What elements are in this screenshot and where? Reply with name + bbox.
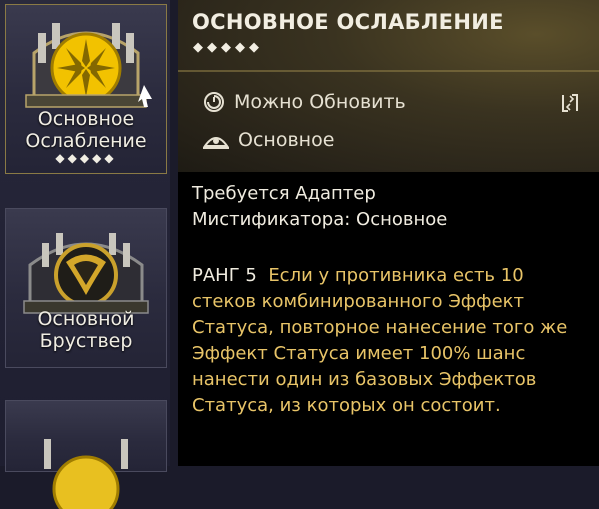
mod-description: РАНГ 5 Если у противника есть 10 стеков …: [192, 263, 587, 419]
mod-emblem-icon: [44, 439, 128, 509]
mod-list: Основное Ослабление ◆◆◆◆◆ x2 Основной Бр…: [0, 0, 170, 509]
description-text: Если у противника есть 10 стеков комбини…: [192, 265, 568, 416]
mod-emblem-icon: [23, 233, 149, 314]
category-label: Основное: [238, 129, 335, 151]
mod-tooltip: ОСНОВНОЕ ОСЛАБЛЕНИЕ ◆◆◆◆◆ Можно Обновить…: [178, 0, 599, 466]
mod-emblem-icon: [25, 23, 152, 108]
mod-rank-diamonds: ◆◆◆◆◆: [193, 40, 263, 55]
mod-card-partial[interactable]: [5, 400, 167, 509]
mod-card-primary-bulwark[interactable]: Основной Бруствер: [5, 208, 167, 368]
upgrade-row: Можно Обновить: [202, 90, 406, 114]
mod-card-primary-weakening[interactable]: Основное Ослабление ◆◆◆◆◆: [5, 4, 167, 174]
swap-icon[interactable]: [559, 92, 581, 114]
mod-card-name: Основное Ослабление: [25, 108, 147, 152]
primary-weapon-icon: [203, 137, 229, 149]
mod-title: ОСНОВНОЕ ОСЛАБЛЕНИЕ: [192, 10, 504, 34]
mod-card-rank: ◆◆◆◆◆: [55, 151, 117, 165]
mod-card-name: Основной Бруствер: [37, 308, 135, 352]
rank-label: РАНГ 5: [192, 265, 257, 286]
upgrade-label: Можно Обновить: [234, 91, 406, 113]
category-row: Основное: [202, 128, 334, 152]
adapter-requirement: Требуется Адаптер Мистификатора: Основно…: [192, 183, 448, 230]
upgrade-icon: [204, 92, 224, 112]
tooltip-header: ОСНОВНОЕ ОСЛАБЛЕНИЕ ◆◆◆◆◆ Можно Обновить…: [178, 0, 599, 172]
